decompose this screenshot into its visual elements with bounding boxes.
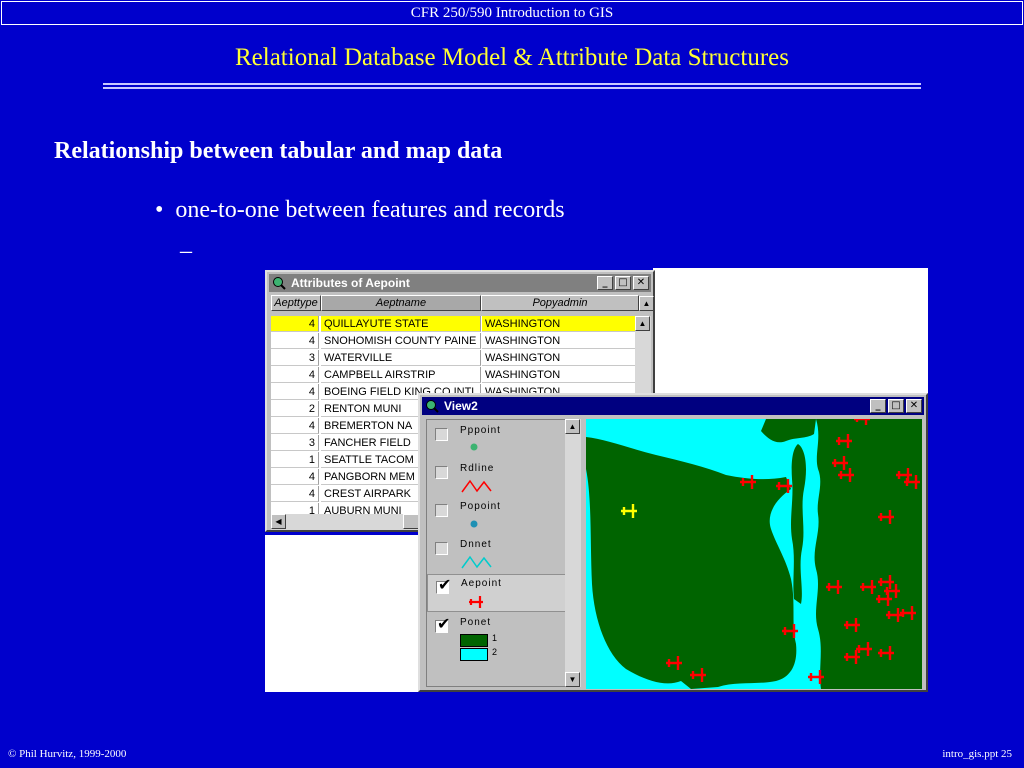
- magnifier-globe-icon: [273, 277, 286, 290]
- legend-scrollbar[interactable]: [565, 419, 581, 687]
- land-polygon-peninsula: [586, 437, 797, 689]
- bullet-text: one-to-one between features and records: [175, 197, 565, 223]
- cell-aepttype: 1: [271, 452, 319, 468]
- minimize-button[interactable]: _: [870, 399, 886, 413]
- legend-item-ponet[interactable]: ✔ Ponet 1 2: [427, 614, 569, 674]
- attributes-title: Attributes of Aepoint: [291, 276, 410, 290]
- scroll-up-button[interactable]: ▲: [635, 316, 650, 331]
- cell-aepttype: 4: [271, 418, 319, 434]
- bullet-dot: •: [155, 197, 176, 223]
- magnifier-globe-icon: [426, 400, 439, 413]
- view-title: View2: [444, 399, 478, 413]
- visibility-checkbox[interactable]: [435, 428, 448, 441]
- table-row[interactable]: 4 QUILLAYUTE STATE WASHINGTON: [271, 316, 635, 333]
- table-row[interactable]: 4 CAMPBELL AIRSTRIP WASHINGTON: [271, 367, 635, 384]
- cell-aeptname: WATERVILLE: [321, 350, 481, 366]
- screenshot-background-lower: [265, 535, 420, 692]
- minimize-button[interactable]: _: [597, 276, 613, 290]
- legend-item-rdline[interactable]: Rdline: [427, 460, 569, 498]
- blue-dot-icon: [470, 520, 478, 528]
- table-row[interactable]: 3 WATERVILLE WASHINGTON: [271, 350, 635, 367]
- slide-title: Relational Database Model & Attribute Da…: [234, 44, 790, 71]
- land-swatch: [460, 634, 488, 647]
- title-rule-bottom: [103, 87, 921, 89]
- table-row[interactable]: 4 SNOHOMISH COUNTY PAINE WASHINGTON: [271, 333, 635, 350]
- legend-item-popoint[interactable]: Popoint: [427, 498, 569, 536]
- cell-aepttype: 4: [271, 486, 319, 502]
- legend-label: Dnnet: [460, 539, 492, 550]
- legend-label: Aepoint: [461, 578, 502, 589]
- cell-popyadmin: WASHINGTON: [482, 316, 635, 332]
- cell-aepttype: 3: [271, 435, 319, 451]
- cell-aeptname: CAMPBELL AIRSTRIP: [321, 367, 481, 383]
- column-header-aepttype[interactable]: Aepttype: [271, 295, 321, 311]
- view-window[interactable]: View2 _ □ ✕ Pppoint Rdline Popoint Dnnet…: [418, 393, 928, 692]
- view-titlebar[interactable]: View2 _ □ ✕: [422, 397, 924, 415]
- visibility-checkbox[interactable]: [435, 504, 448, 517]
- cell-aepttype: 3: [271, 350, 319, 366]
- maximize-button[interactable]: □: [615, 276, 631, 290]
- table-of-contents: Pppoint Rdline Popoint Dnnet ✔ Aepoint ✔: [426, 419, 571, 687]
- course-banner: CFR 250/590 Introduction to GIS: [1, 1, 1023, 25]
- legend-item-dnnet[interactable]: Dnnet: [427, 536, 569, 574]
- cell-aepttype: 4: [271, 367, 319, 383]
- cell-aepttype: 4: [271, 316, 319, 332]
- footer-copyright: © Phil Hurvitz, 1999-2000: [8, 748, 127, 760]
- legend-label: Popoint: [460, 501, 501, 512]
- visibility-checkbox[interactable]: [435, 542, 448, 555]
- header-scroll-up-button[interactable]: ▲: [639, 296, 654, 311]
- close-button[interactable]: ✕: [633, 276, 649, 290]
- puget-sound-map: [586, 419, 922, 689]
- screenshot-background: [653, 268, 928, 393]
- column-header-popyadmin[interactable]: Popyadmin: [481, 295, 639, 311]
- column-header-aeptname[interactable]: Aeptname: [321, 295, 481, 311]
- title-rule-top: [103, 83, 921, 85]
- legend-scroll-up-button[interactable]: ▲: [565, 419, 580, 434]
- green-dot-icon: [470, 443, 478, 451]
- cell-aeptname: SNOHOMISH COUNTY PAINE: [321, 333, 481, 349]
- legend-label: Pppoint: [460, 425, 501, 436]
- class-label: 1: [492, 633, 498, 643]
- map-canvas[interactable]: [586, 419, 922, 689]
- bullet-item: • one-to-one between features and record…: [155, 197, 565, 224]
- airplane-icon: [469, 596, 483, 608]
- legend-item-aepoint[interactable]: ✔ Aepoint: [427, 574, 569, 612]
- water-swatch: [460, 648, 488, 661]
- cyan-line-icon: [461, 555, 492, 569]
- checkmark-icon: ✔: [438, 577, 452, 594]
- land-polygon-island: [791, 444, 806, 604]
- attributes-titlebar[interactable]: Attributes of Aepoint _ □ ✕: [269, 274, 651, 292]
- sub-bullet-dash: –: [180, 238, 192, 264]
- visibility-checkbox[interactable]: [435, 466, 448, 479]
- checkmark-icon: ✔: [437, 616, 451, 633]
- legend-label: Ponet: [460, 617, 492, 628]
- legend-scroll-down-button[interactable]: ▼: [565, 672, 580, 687]
- cell-aepttype: 2: [271, 401, 319, 417]
- legend-label: Rdline: [460, 463, 495, 474]
- land-polygon-north: [761, 419, 816, 443]
- cell-aepttype: 4: [271, 333, 319, 349]
- red-line-icon: [461, 479, 492, 493]
- footer-page-number: intro_gis.ppt 25: [942, 748, 1012, 760]
- cell-popyadmin: WASHINGTON: [482, 350, 635, 366]
- class-label: 2: [492, 647, 498, 657]
- scroll-thumb[interactable]: [403, 514, 419, 529]
- legend-item-pppoint[interactable]: Pppoint: [427, 422, 569, 460]
- cell-popyadmin: WASHINGTON: [482, 367, 635, 383]
- close-button[interactable]: ✕: [906, 399, 922, 413]
- cell-aeptname: QUILLAYUTE STATE: [321, 316, 481, 332]
- cell-aepttype: 4: [271, 384, 319, 400]
- scroll-left-button[interactable]: ◀: [271, 514, 286, 529]
- maximize-button[interactable]: □: [888, 399, 904, 413]
- cell-popyadmin: WASHINGTON: [482, 333, 635, 349]
- cell-aepttype: 4: [271, 469, 319, 485]
- slide-heading: Relationship between tabular and map dat…: [54, 138, 503, 164]
